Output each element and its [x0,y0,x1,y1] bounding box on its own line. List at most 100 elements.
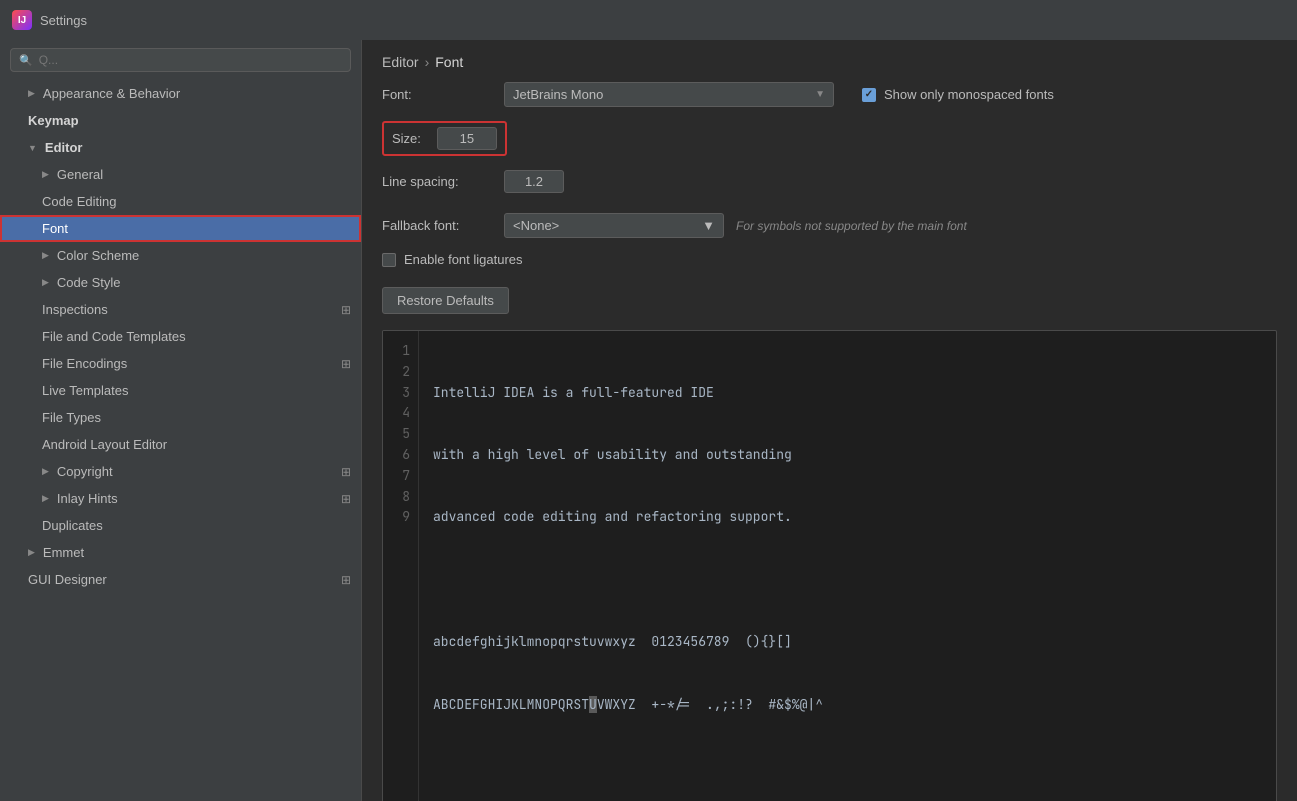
sidebar-item-label: Font [42,221,68,236]
line-number: 9 [391,507,410,528]
code-line-5: abcdefghijklmnopqrstuvwxyz 0123456789 ()… [433,632,1262,653]
ligatures-checkbox[interactable] [382,253,396,267]
dropdown-arrow-icon: ▼ [815,89,825,100]
code-line-4 [433,570,1262,591]
breadcrumb-current: Font [435,54,463,70]
preview-area: 1 2 3 4 5 6 7 8 9 IntelliJ IDEA is a ful… [382,330,1277,801]
dropdown-arrow-icon: ▼ [702,218,715,233]
sidebar-item-label: Code Editing [42,194,116,209]
search-icon: 🔍 [19,54,33,67]
content-area: Editor › Font Font: JetBrains Mono ▼ ✓ S… [362,40,1297,801]
sidebar-item-inlay-hints[interactable]: ▶ Inlay Hints ⊞ [0,485,361,512]
fallback-label: Fallback font: [382,218,492,233]
sidebar-item-label: File Encodings [42,356,127,371]
chevron-right-icon: ▶ [42,277,49,288]
sidebar-item-label: Inspections [42,302,108,317]
sidebar-item-color-scheme[interactable]: ▶ Color Scheme [0,242,361,269]
fallback-hint: For symbols not supported by the main fo… [736,219,967,233]
sidebar-item-label: Color Scheme [57,248,139,263]
font-dropdown[interactable]: JetBrains Mono ▼ [504,82,834,107]
sidebar: 🔍 ▶ Appearance & Behavior Keymap ▼ Edito… [0,40,362,801]
sidebar-item-file-encodings[interactable]: File Encodings ⊞ [0,350,361,377]
line-number: 7 [391,466,410,487]
ligatures-label: Enable font ligatures [404,252,523,267]
sidebar-item-duplicates[interactable]: Duplicates [0,512,361,539]
restore-defaults-button[interactable]: Restore Defaults [382,287,509,314]
sidebar-item-label: Inlay Hints [57,491,118,506]
badge-icon: ⊞ [341,465,351,479]
font-row: Font: JetBrains Mono ▼ ✓ Show only monos… [382,82,1277,107]
line-number: 4 [391,403,410,424]
line-spacing-input[interactable] [504,170,564,193]
title-bar: IJ Settings [0,0,1297,40]
sidebar-item-label: Copyright [57,464,113,479]
line-number: 1 [391,341,410,362]
code-line-3: advanced code editing and refactoring su… [433,507,1262,528]
size-row: Size: [382,121,1277,156]
code-line-1: IntelliJ IDEA is a full-featured IDE [433,383,1262,404]
search-input[interactable] [39,53,342,67]
chevron-right-icon: ▶ [42,250,49,261]
fallback-dropdown-value: <None> [513,218,559,233]
show-monospaced-label: Show only monospaced fonts [884,87,1054,102]
sidebar-item-label: General [57,167,103,182]
sidebar-item-file-types[interactable]: File Types [0,404,361,431]
code-line-2: with a high level of usability and outst… [433,445,1262,466]
sidebar-item-code-style[interactable]: ▶ Code Style [0,269,361,296]
line-number: 2 [391,362,410,383]
sidebar-item-label: Live Templates [42,383,128,398]
show-monospaced-checkbox[interactable]: ✓ [862,88,876,102]
ligature-row: Enable font ligatures [382,252,1277,267]
title-bar-text: Settings [40,13,87,28]
sidebar-item-label: Appearance & Behavior [43,86,180,101]
sidebar-item-label: Code Style [57,275,121,290]
sidebar-item-font[interactable]: Font [0,215,361,242]
sidebar-item-file-code-templates[interactable]: File and Code Templates [0,323,361,350]
code-line-6: ABCDEFGHIJKLMNOPQRSTUVWXYZ +-*/= .,;:!? … [433,695,1262,716]
font-dropdown-value: JetBrains Mono [513,87,603,102]
sidebar-item-label: Emmet [43,545,84,560]
sidebar-item-label: GUI Designer [28,572,107,587]
sidebar-item-appearance-behavior[interactable]: ▶ Appearance & Behavior [0,80,361,107]
sidebar-item-label: File and Code Templates [42,329,186,344]
size-label: Size: [392,131,421,146]
sidebar-item-copyright[interactable]: ▶ Copyright ⊞ [0,458,361,485]
search-box[interactable]: 🔍 [10,48,351,72]
code-preview: IntelliJ IDEA is a full-featured IDE wit… [419,331,1276,801]
sidebar-item-live-templates[interactable]: Live Templates [0,377,361,404]
line-number: 6 [391,445,410,466]
line-number: 8 [391,487,410,508]
sidebar-item-general[interactable]: ▶ General [0,161,361,188]
chevron-right-icon: ▶ [28,547,35,558]
badge-icon: ⊞ [341,303,351,317]
app-icon: IJ [12,10,32,30]
sidebar-item-inspections[interactable]: Inspections ⊞ [0,296,361,323]
breadcrumb-separator: › [425,54,430,70]
badge-icon: ⊞ [341,573,351,587]
badge-icon: ⊞ [341,492,351,506]
chevron-right-icon: ▶ [28,88,35,99]
line-spacing-row: Line spacing: [382,170,1277,193]
size-input[interactable] [437,127,497,150]
sidebar-item-label: File Types [42,410,101,425]
line-number: 5 [391,424,410,445]
breadcrumb: Editor › Font [362,40,1297,82]
chevron-right-icon: ▶ [42,466,49,477]
settings-content: Font: JetBrains Mono ▼ ✓ Show only monos… [362,82,1297,801]
sidebar-item-android-layout-editor[interactable]: Android Layout Editor [0,431,361,458]
size-highlight-box: Size: [382,121,507,156]
sidebar-item-gui-designer[interactable]: GUI Designer ⊞ [0,566,361,593]
fallback-row: Fallback font: <None> ▼ For symbols not … [382,213,1277,238]
fallback-dropdown[interactable]: <None> ▼ [504,213,724,238]
sidebar-item-label: Duplicates [42,518,103,533]
sidebar-item-label: Keymap [28,113,79,128]
sidebar-item-editor[interactable]: ▼ Editor [0,134,361,161]
sidebar-item-code-editing[interactable]: Code Editing [0,188,361,215]
sidebar-item-emmet[interactable]: ▶ Emmet [0,539,361,566]
breadcrumb-parent: Editor [382,54,419,70]
badge-icon: ⊞ [341,357,351,371]
sidebar-item-label: Editor [45,140,83,155]
show-monospaced-row: ✓ Show only monospaced fonts [862,87,1054,102]
chevron-right-icon: ▶ [42,169,49,180]
sidebar-item-keymap[interactable]: Keymap [0,107,361,134]
